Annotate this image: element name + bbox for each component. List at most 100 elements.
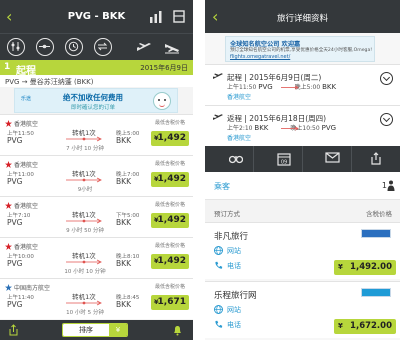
ad-subline: 即时確认您的订单: [71, 105, 116, 111]
phone-icon: [215, 261, 223, 269]
share-icon[interactable]: [8, 324, 19, 336]
lowest-price-label: 最低含税价格: [154, 161, 185, 167]
route-arrow-icon: [66, 218, 102, 224]
filter-button-departure[interactable]: [7, 38, 25, 56]
currency-symbol: ¥: [154, 134, 159, 142]
bell-icon[interactable]: [172, 324, 183, 336]
filter-button-stops[interactable]: [36, 38, 54, 56]
destination-code: BKK: [116, 300, 131, 309]
flight-duration: 9 小时 50 分钟: [66, 228, 104, 234]
calendar-icon[interactable]: 09: [277, 152, 291, 166]
lowest-price-label: 最低含税价格: [154, 243, 185, 249]
price-button[interactable]: ¥1,492: [151, 213, 189, 228]
window-icon[interactable]: [172, 10, 186, 23]
globe-icon: [214, 305, 223, 314]
flight-result-card[interactable]: 香港航空 最低含税价格 上午11:00 PVG 转机1次 9小时 晚上7:00 BKK ¥1,4…: [0, 155, 193, 196]
destination-code: BKK: [116, 177, 131, 186]
expand-chevron-icon[interactable]: [380, 113, 393, 126]
airline-name: 香港航空: [5, 160, 38, 169]
phone-link[interactable]: 电话: [214, 261, 241, 271]
price-button[interactable]: ¥1,492: [151, 131, 189, 146]
flight-duration: 10 小时 5 分钟: [66, 310, 104, 316]
booking-agent-card[interactable]: 乐程旅行网 网站 电话 ¥1,672.00: [205, 281, 400, 338]
agent-name: 非凡旅行: [214, 232, 249, 242]
booking-agent-card[interactable]: 非凡旅行网站电话 ¥1,492.00: [205, 222, 400, 279]
flight-result-card[interactable]: 中国南方航空 最低含税价格 上午11:40 PVG 转机1次 10 小时 5 分钟 晚上8:…: [0, 278, 193, 319]
book-price-button[interactable]: ¥1,492.00: [334, 260, 396, 275]
ad-logo: 乐途: [21, 96, 32, 102]
airline-name: 香港航空: [5, 119, 38, 128]
return-segment[interactable]: 返程 | 2015年6月18日(周四) 上午2:10 BKK 晚上10:50 PVG…: [205, 105, 400, 146]
passenger-row[interactable]: 乘客 1: [205, 172, 400, 200]
route-origin: PVG: [5, 78, 20, 86]
flight-result-card[interactable]: 香港航空 最低含税价格 上午7:10 PVG 转机1次 9 小时 50 分钟 下午5:00 B…: [0, 196, 193, 237]
takeoff-icon[interactable]: [136, 40, 152, 54]
origin-code: PVG: [7, 259, 23, 268]
currency-button[interactable]: ¥: [109, 324, 127, 336]
currency-symbol: ¥: [338, 322, 343, 330]
expand-chevron-icon[interactable]: [380, 72, 393, 85]
ad-link[interactable]: flights.omegatravel.net/: [230, 54, 290, 60]
segment-arrow-icon: [281, 85, 299, 90]
price-value: 1,492: [157, 215, 186, 225]
lowest-price-label: 最低含税价格: [154, 202, 185, 208]
mail-icon[interactable]: [325, 152, 340, 163]
currency-symbol: ¥: [154, 298, 159, 306]
globe-icon: [214, 246, 223, 255]
price-value: 1,492.00: [350, 262, 392, 272]
segment-airline: 香港航空: [227, 94, 252, 101]
clock-icon: [68, 41, 79, 52]
outbound-segment[interactable]: 起程 | 2015年6月9日(周二) 上午11:50 PVG 晚上5:00 BKK 香…: [205, 64, 400, 105]
currency-symbol: ¥: [154, 257, 159, 265]
plane-icon: [213, 114, 223, 120]
sort-control[interactable]: 排序 ¥: [62, 323, 128, 337]
ad-banner[interactable]: 全球知名航空公司 欢迎嘉 预订全球知名航空公司的机票,享受优惠价格全天24小时客…: [225, 36, 375, 62]
page-title: PVG - BKK: [67, 11, 126, 22]
sort-button[interactable]: 排序: [63, 324, 109, 336]
route-arrow-icon: [66, 136, 102, 142]
price-button[interactable]: ¥1,492: [151, 172, 189, 187]
ad-description: 预订全球知名航空公司的机票,享受优惠价格全天24小时客服,Omega!: [230, 48, 373, 53]
top-nav-bar: ‹ 旅行详细资料: [205, 0, 400, 33]
ad-banner[interactable]: 乐途 绝不加收任何费用 即时確认您的订单: [14, 88, 178, 113]
destination-code: BKK: [116, 259, 131, 268]
airline-name: 中国南方航空: [5, 283, 50, 292]
airline-logo-icon: [5, 120, 12, 127]
flight-result-card[interactable]: 香港航空 最低含税价格 上午10:00 PVG 转机1次 10 小时 10 分钟 晚上8:1…: [0, 237, 193, 278]
screen-divider: [193, 0, 205, 340]
binoculars-icon[interactable]: [229, 152, 243, 164]
booking-header: 预订方式 含税价格: [205, 200, 400, 222]
price-button[interactable]: ¥1,671: [151, 295, 189, 310]
agent-logo: [361, 229, 391, 238]
website-link[interactable]: 网站: [214, 305, 241, 315]
person-icon: [387, 180, 395, 191]
airline-name: 香港航空: [5, 201, 38, 210]
price-value: 1,672.00: [350, 321, 392, 331]
landing-icon[interactable]: [164, 40, 180, 54]
page-title: 旅行详细资料: [276, 14, 328, 24]
filter-button-airport[interactable]: [94, 38, 112, 56]
bar-chart-icon[interactable]: [149, 10, 163, 23]
website-link[interactable]: 网站: [214, 246, 241, 256]
price-value: 1,492: [157, 256, 186, 266]
origin-code: PVG: [7, 300, 23, 309]
leg-header: 1 起程 2015年6月9日: [0, 60, 193, 77]
route-arrow-icon: [66, 300, 102, 306]
passenger-label: 乘客: [214, 182, 230, 191]
segment-airline: 香港航空: [227, 135, 252, 142]
currency-symbol: ¥: [154, 216, 159, 224]
filter-button-time[interactable]: [65, 38, 83, 56]
flight-result-card[interactable]: 香港航空 最低含税价格 上午11:50 PVG 转机1次 7 小时 10 分钟 晚上5:00…: [0, 114, 193, 155]
price-button[interactable]: ¥1,492: [151, 254, 189, 269]
book-price-button[interactable]: ¥1,672.00: [334, 319, 396, 334]
origin-code: PVG: [7, 136, 23, 145]
phone-link[interactable]: 电话: [214, 320, 241, 330]
share-icon[interactable]: [370, 152, 382, 165]
tax-price-label: 含税价格: [366, 210, 392, 218]
bottom-toolbar: 排序 ¥: [0, 320, 193, 340]
route-arrow-icon: [66, 177, 102, 183]
route-destination: 曼谷苏汪纳蓬 (BKK): [29, 78, 94, 86]
currency-symbol: ¥: [338, 263, 343, 271]
ad-headline: 绝不加收任何费用: [63, 93, 123, 102]
plane-icon: [213, 73, 223, 79]
